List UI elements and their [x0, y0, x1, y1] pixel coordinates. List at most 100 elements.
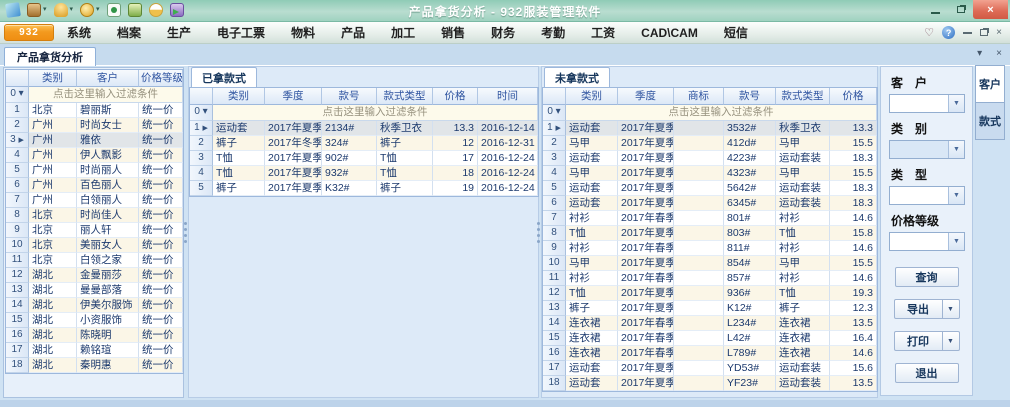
column-header[interactable]: 价格	[433, 88, 478, 105]
chevron-down-icon[interactable]: ▼	[948, 187, 964, 204]
column-header[interactable]: 款号	[322, 88, 377, 105]
table-row[interactable]: 3运动套2017年夏季4223#运动套装18.3	[543, 151, 877, 166]
table-row[interactable]: 7衬衫2017年春季801#衬衫14.6	[543, 211, 877, 226]
table-row[interactable]: 11衬衫2017年春季857#衬衫14.6	[543, 271, 877, 286]
table-row[interactable]: 4广州伊人飘影统一价	[6, 148, 183, 163]
chevron-down-icon[interactable]: ▼	[948, 233, 964, 250]
table-row[interactable]: 18运动套2017年夏季YF23#运动套装13.5	[543, 376, 877, 391]
column-header[interactable]: 类别	[566, 88, 618, 105]
filter-input[interactable]: 点击这里输入过滤条件	[566, 105, 877, 121]
query-button[interactable]: 查询	[895, 267, 959, 287]
column-header[interactable]: 季度	[618, 88, 674, 105]
table-row[interactable]: 8北京时尚佳人统一价	[6, 208, 183, 223]
table-row[interactable]: 9衬衫2017年春季811#衬衫14.6	[543, 241, 877, 256]
price-level-value[interactable]	[890, 233, 948, 250]
print-button[interactable]: 打印	[894, 331, 943, 351]
category-combobox[interactable]: ▼	[889, 140, 965, 159]
tab-list-dropdown-icon[interactable]: ▾	[977, 48, 982, 59]
table-row[interactable]: 10马甲2017年夏季854#马甲15.5	[543, 256, 877, 271]
maximize-button[interactable]	[948, 0, 973, 19]
chevron-down-icon[interactable]: ▼	[948, 141, 964, 158]
column-header[interactable]: 类别	[29, 70, 77, 87]
table-row[interactable]: 10北京美丽女人统一价	[6, 238, 183, 253]
column-header[interactable]: 价格	[830, 88, 877, 105]
table-row[interactable]: 2广州时尚女士统一价	[6, 118, 183, 133]
table-row[interactable]: 3 ▶广州雅依统一价	[6, 133, 183, 148]
price-level-combobox[interactable]: ▼	[889, 232, 965, 251]
tab-untaken-styles[interactable]: 未拿款式	[544, 67, 610, 87]
chevron-down-icon[interactable]: ▼	[948, 95, 964, 112]
table-row[interactable]: 18湖北秦明惠统一价	[6, 358, 183, 373]
side-tab-style[interactable]: 款式	[975, 102, 1005, 140]
column-header[interactable]: 款号	[724, 88, 776, 105]
table-row[interactable]: 1 ▶运动套2017年夏季3532#秋季卫衣13.3	[543, 121, 877, 136]
filter-input[interactable]: 点击这里输入过滤条件	[29, 87, 183, 103]
table-row[interactable]: 1北京碧丽斯统一价	[6, 103, 183, 118]
column-header[interactable]: 款式类型	[776, 88, 830, 105]
export-dropdown-icon[interactable]: ▼	[943, 299, 960, 319]
table-row[interactable]: 2马甲2017年夏季412d#马甲15.5	[543, 136, 877, 151]
table-row[interactable]: 8T恤2017年夏季803#T恤15.8	[543, 226, 877, 241]
table-row[interactable]: 12T恤2017年夏季936#T恤19.3	[543, 286, 877, 301]
table-row[interactable]: 2裤子2017年冬季324#裤子122016-12-31	[190, 136, 538, 151]
table-row[interactable]: 5裤子2017年夏季K32#裤子192016-12-24	[190, 181, 538, 196]
table-row[interactable]: 3T恤2017年夏季902#T恤172016-12-24	[190, 151, 538, 166]
column-header[interactable]: 价格等级	[139, 70, 183, 87]
menu-item-6[interactable]: 加工	[378, 24, 428, 41]
column-header[interactable]: 客户	[77, 70, 139, 87]
table-row[interactable]: 17湖北赖铭瑄统一价	[6, 343, 183, 358]
menu-item-1[interactable]: 档案	[104, 24, 154, 41]
table-row[interactable]: 16连衣裙2017年春季L789#连衣裙14.6	[543, 346, 877, 361]
table-row[interactable]: 13裤子2017年夏季K12#裤子12.3	[543, 301, 877, 316]
table-row[interactable]: 17运动套2017年夏季YD53#运动套装15.6	[543, 361, 877, 376]
table-row[interactable]: 6广州百色丽人统一价	[6, 178, 183, 193]
minimize-button[interactable]	[923, 0, 948, 19]
column-header[interactable]: 季度	[265, 88, 322, 105]
menu-item-8[interactable]: 财务	[478, 24, 528, 41]
table-row[interactable]: 16湖北陈晓明统一价	[6, 328, 183, 343]
tab-product-analysis[interactable]: 产品拿货分析	[4, 47, 96, 66]
panel-close-icon[interactable]: ×	[996, 27, 1002, 38]
table-row[interactable]: 1 ▶运动套2017年夏季2134#秋季卫衣13.32016-12-14	[190, 121, 538, 136]
menu-item-3[interactable]: 电子工票	[204, 24, 278, 41]
tab-taken-styles[interactable]: 已拿款式	[191, 67, 257, 87]
table-row[interactable]: 13湖北曼曼部落统一价	[6, 283, 183, 298]
panel-restore-icon[interactable]	[980, 29, 988, 36]
table-row[interactable]: 14连衣裙2017年春季L234#连衣裙13.5	[543, 316, 877, 331]
side-tab-customer[interactable]: 客户	[975, 65, 1005, 103]
help-icon[interactable]: ?	[942, 26, 955, 39]
table-row[interactable]: 7广州白领丽人统一价	[6, 193, 183, 208]
table-row[interactable]: 15湖北小资服饰统一价	[6, 313, 183, 328]
panel-minimize-icon[interactable]	[963, 32, 972, 34]
menu-item-11[interactable]: CAD\CAM	[628, 26, 711, 40]
menu-item-5[interactable]: 产品	[328, 24, 378, 41]
customer-combobox[interactable]: ▼	[889, 94, 965, 113]
column-header[interactable]: 类别	[213, 88, 265, 105]
menu-item-0[interactable]: 系统	[54, 24, 104, 41]
table-row[interactable]: 5运动套2017年夏季5642#运动套装18.3	[543, 181, 877, 196]
table-row[interactable]: 5广州时尚丽人统一价	[6, 163, 183, 178]
print-dropdown-icon[interactable]: ▼	[943, 331, 960, 351]
exit-button[interactable]: 退出	[895, 363, 959, 383]
menu-item-4[interactable]: 物料	[278, 24, 328, 41]
table-row[interactable]: 14湖北伊美尔服饰统一价	[6, 298, 183, 313]
menu-item-7[interactable]: 销售	[428, 24, 478, 41]
table-row[interactable]: 9北京丽人轩统一价	[6, 223, 183, 238]
menu-item-2[interactable]: 生产	[154, 24, 204, 41]
table-row[interactable]: 11北京白领之家统一价	[6, 253, 183, 268]
table-row[interactable]: 6运动套2017年夏季6345#运动套装18.3	[543, 196, 877, 211]
type-value[interactable]	[890, 187, 948, 204]
column-header[interactable]: 商标	[674, 88, 724, 105]
close-button[interactable]: ×	[973, 0, 1008, 19]
type-combobox[interactable]: ▼	[889, 186, 965, 205]
table-row[interactable]: 4T恤2017年夏季932#T恤182016-12-24	[190, 166, 538, 181]
app-logo-button[interactable]: 932	[4, 24, 54, 41]
menu-item-9[interactable]: 考勤	[528, 24, 578, 41]
menu-item-10[interactable]: 工资	[578, 24, 628, 41]
table-row[interactable]: 4马甲2017年夏季4323#马甲15.5	[543, 166, 877, 181]
export-button[interactable]: 导出	[894, 299, 943, 319]
favorite-icon[interactable]: ♡	[924, 26, 934, 39]
column-header[interactable]: 时间	[478, 88, 538, 105]
table-row[interactable]: 15连衣裙2017年春季L42#连衣裙16.4	[543, 331, 877, 346]
table-row[interactable]: 12湖北金曼丽莎统一价	[6, 268, 183, 283]
